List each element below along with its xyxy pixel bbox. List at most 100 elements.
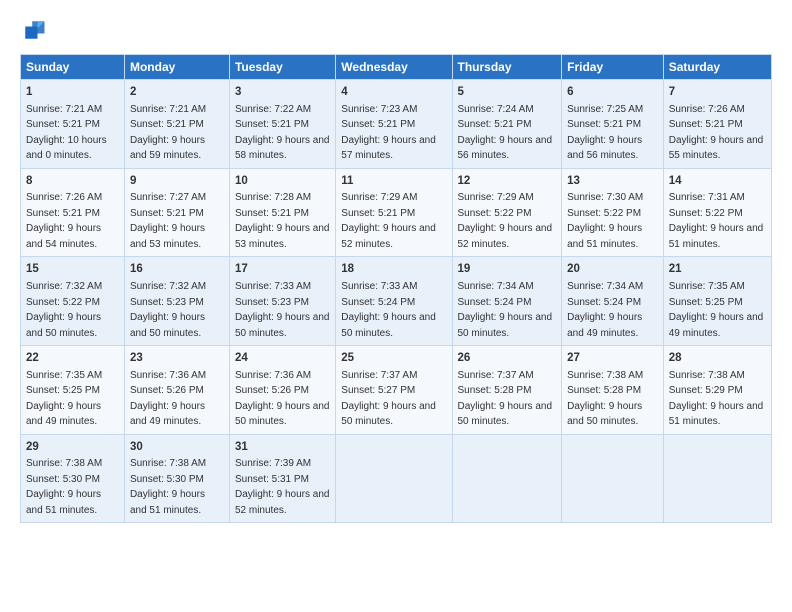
day-number: 8 bbox=[26, 173, 119, 190]
day-number: 18 bbox=[341, 261, 446, 278]
day-info: Sunrise: 7:34 AMSunset: 5:24 PMDaylight:… bbox=[458, 281, 553, 339]
header-cell-wednesday: Wednesday bbox=[336, 55, 452, 80]
day-cell: 31Sunrise: 7:39 AMSunset: 5:31 PMDayligh… bbox=[229, 434, 335, 523]
day-number: 15 bbox=[26, 261, 119, 278]
day-number: 21 bbox=[669, 261, 766, 278]
day-cell: 8 Sunrise: 7:26 AMSunset: 5:21 PMDaylight… bbox=[21, 168, 125, 257]
day-cell: 6Sunrise: 7:25 AMSunset: 5:21 PMDaylight… bbox=[562, 80, 664, 169]
day-info: Sunrise: 7:38 AMSunset: 5:30 PMDaylight:… bbox=[26, 458, 102, 516]
day-number: 10 bbox=[235, 173, 330, 190]
day-info: Sunrise: 7:37 AMSunset: 5:27 PMDaylight:… bbox=[341, 370, 436, 428]
day-cell: 26 Sunrise: 7:37 AMSunset: 5:28 PMDayligh… bbox=[452, 346, 562, 435]
day-info: Sunrise: 7:32 AMSunset: 5:22 PMDaylight:… bbox=[26, 281, 102, 339]
day-number: 28 bbox=[669, 350, 766, 367]
header-cell-monday: Monday bbox=[124, 55, 229, 80]
day-info: Sunrise: 7:30 AMSunset: 5:22 PMDaylight:… bbox=[567, 192, 643, 250]
day-cell: 17 Sunrise: 7:33 AMSunset: 5:23 PMDayligh… bbox=[229, 257, 335, 346]
day-number: 7 bbox=[669, 84, 766, 101]
day-number: 5 bbox=[458, 84, 557, 101]
day-info: Sunrise: 7:28 AMSunset: 5:21 PMDaylight:… bbox=[235, 192, 330, 250]
day-number: 11 bbox=[341, 173, 446, 190]
day-info: Sunrise: 7:26 AMSunset: 5:21 PMDaylight:… bbox=[26, 192, 102, 250]
day-cell: 29 Sunrise: 7:38 AMSunset: 5:30 PMDayligh… bbox=[21, 434, 125, 523]
day-number: 19 bbox=[458, 261, 557, 278]
day-number: 30 bbox=[130, 439, 224, 456]
day-cell: 4Sunrise: 7:23 AMSunset: 5:21 PMDaylight… bbox=[336, 80, 452, 169]
header-row: SundayMondayTuesdayWednesdayThursdayFrid… bbox=[21, 55, 772, 80]
day-info: Sunrise: 7:36 AMSunset: 5:26 PMDaylight:… bbox=[235, 370, 330, 428]
calendar-table: SundayMondayTuesdayWednesdayThursdayFrid… bbox=[20, 54, 772, 523]
day-cell: 2 Sunrise: 7:21 AMSunset: 5:21 PMDaylight… bbox=[124, 80, 229, 169]
day-info: Sunrise: 7:36 AMSunset: 5:26 PMDaylight:… bbox=[130, 370, 206, 428]
day-number: 29 bbox=[26, 439, 119, 456]
day-info: Sunrise: 7:38 AMSunset: 5:30 PMDaylight:… bbox=[130, 458, 206, 516]
day-info: Sunrise: 7:35 AMSunset: 5:25 PMDaylight:… bbox=[669, 281, 764, 339]
day-info: Sunrise: 7:26 AMSunset: 5:21 PMDaylight:… bbox=[669, 104, 764, 162]
week-row-3: 15 Sunrise: 7:32 AMSunset: 5:22 PMDayligh… bbox=[21, 257, 772, 346]
day-cell: 14 Sunrise: 7:31 AMSunset: 5:22 PMDayligh… bbox=[663, 168, 771, 257]
day-info: Sunrise: 7:31 AMSunset: 5:22 PMDaylight:… bbox=[669, 192, 764, 250]
day-cell: 28 Sunrise: 7:38 AMSunset: 5:29 PMDayligh… bbox=[663, 346, 771, 435]
header-cell-friday: Friday bbox=[562, 55, 664, 80]
day-info: Sunrise: 7:33 AMSunset: 5:23 PMDaylight:… bbox=[235, 281, 330, 339]
day-number: 16 bbox=[130, 261, 224, 278]
header-cell-thursday: Thursday bbox=[452, 55, 562, 80]
logo-icon bbox=[20, 16, 48, 44]
week-row-5: 29 Sunrise: 7:38 AMSunset: 5:30 PMDayligh… bbox=[21, 434, 772, 523]
day-number: 14 bbox=[669, 173, 766, 190]
day-info: Sunrise: 7:33 AMSunset: 5:24 PMDaylight:… bbox=[341, 281, 436, 339]
day-cell: 11Sunrise: 7:29 AMSunset: 5:21 PMDayligh… bbox=[336, 168, 452, 257]
week-row-4: 22 Sunrise: 7:35 AMSunset: 5:25 PMDayligh… bbox=[21, 346, 772, 435]
page: SundayMondayTuesdayWednesdayThursdayFrid… bbox=[0, 0, 792, 612]
day-number: 3 bbox=[235, 84, 330, 101]
day-info: Sunrise: 7:34 AMSunset: 5:24 PMDaylight:… bbox=[567, 281, 643, 339]
day-cell: 9Sunrise: 7:27 AMSunset: 5:21 PMDaylight… bbox=[124, 168, 229, 257]
day-info: Sunrise: 7:32 AMSunset: 5:23 PMDaylight:… bbox=[130, 281, 206, 339]
day-cell: 5 Sunrise: 7:24 AMSunset: 5:21 PMDaylight… bbox=[452, 80, 562, 169]
day-cell: 12 Sunrise: 7:29 AMSunset: 5:22 PMDayligh… bbox=[452, 168, 562, 257]
header-cell-sunday: Sunday bbox=[21, 55, 125, 80]
day-number: 13 bbox=[567, 173, 658, 190]
day-number: 22 bbox=[26, 350, 119, 367]
day-cell: 18 Sunrise: 7:33 AMSunset: 5:24 PMDayligh… bbox=[336, 257, 452, 346]
day-cell: 22 Sunrise: 7:35 AMSunset: 5:25 PMDayligh… bbox=[21, 346, 125, 435]
day-number: 31 bbox=[235, 439, 330, 456]
day-cell: 30 Sunrise: 7:38 AMSunset: 5:30 PMDayligh… bbox=[124, 434, 229, 523]
day-cell: 10 Sunrise: 7:28 AMSunset: 5:21 PMDayligh… bbox=[229, 168, 335, 257]
day-number: 27 bbox=[567, 350, 658, 367]
day-number: 6 bbox=[567, 84, 658, 101]
day-cell bbox=[336, 434, 452, 523]
day-cell bbox=[452, 434, 562, 523]
day-info: Sunrise: 7:21 AMSunset: 5:21 PMDaylight:… bbox=[130, 104, 206, 162]
day-cell: 16 Sunrise: 7:32 AMSunset: 5:23 PMDayligh… bbox=[124, 257, 229, 346]
day-info: Sunrise: 7:38 AMSunset: 5:29 PMDaylight:… bbox=[669, 370, 764, 428]
day-cell bbox=[663, 434, 771, 523]
day-cell: 21 Sunrise: 7:35 AMSunset: 5:25 PMDayligh… bbox=[663, 257, 771, 346]
day-cell: 25Sunrise: 7:37 AMSunset: 5:27 PMDayligh… bbox=[336, 346, 452, 435]
week-row-1: 1 Sunrise: 7:21 AMSunset: 5:21 PMDaylight… bbox=[21, 80, 772, 169]
day-info: Sunrise: 7:24 AMSunset: 5:21 PMDaylight:… bbox=[458, 104, 553, 162]
day-number: 17 bbox=[235, 261, 330, 278]
day-info: Sunrise: 7:37 AMSunset: 5:28 PMDaylight:… bbox=[458, 370, 553, 428]
day-cell: 1 Sunrise: 7:21 AMSunset: 5:21 PMDaylight… bbox=[21, 80, 125, 169]
day-number: 23 bbox=[130, 350, 224, 367]
day-info: Sunrise: 7:23 AMSunset: 5:21 PMDaylight:… bbox=[341, 104, 436, 162]
day-cell: 3Sunrise: 7:22 AMSunset: 5:21 PMDaylight… bbox=[229, 80, 335, 169]
header-cell-tuesday: Tuesday bbox=[229, 55, 335, 80]
day-number: 1 bbox=[26, 84, 119, 101]
day-number: 2 bbox=[130, 84, 224, 101]
day-cell: 13 Sunrise: 7:30 AMSunset: 5:22 PMDayligh… bbox=[562, 168, 664, 257]
day-cell: 24 Sunrise: 7:36 AMSunset: 5:26 PMDayligh… bbox=[229, 346, 335, 435]
day-info: Sunrise: 7:21 AMSunset: 5:21 PMDaylight:… bbox=[26, 104, 107, 162]
day-cell: 23 Sunrise: 7:36 AMSunset: 5:26 PMDayligh… bbox=[124, 346, 229, 435]
day-info: Sunrise: 7:35 AMSunset: 5:25 PMDaylight:… bbox=[26, 370, 102, 428]
day-cell: 7 Sunrise: 7:26 AMSunset: 5:21 PMDaylight… bbox=[663, 80, 771, 169]
day-number: 26 bbox=[458, 350, 557, 367]
day-info: Sunrise: 7:29 AMSunset: 5:22 PMDaylight:… bbox=[458, 192, 553, 250]
header bbox=[20, 16, 772, 44]
day-number: 24 bbox=[235, 350, 330, 367]
logo bbox=[20, 16, 52, 44]
day-number: 12 bbox=[458, 173, 557, 190]
day-cell: 15 Sunrise: 7:32 AMSunset: 5:22 PMDayligh… bbox=[21, 257, 125, 346]
week-row-2: 8 Sunrise: 7:26 AMSunset: 5:21 PMDaylight… bbox=[21, 168, 772, 257]
